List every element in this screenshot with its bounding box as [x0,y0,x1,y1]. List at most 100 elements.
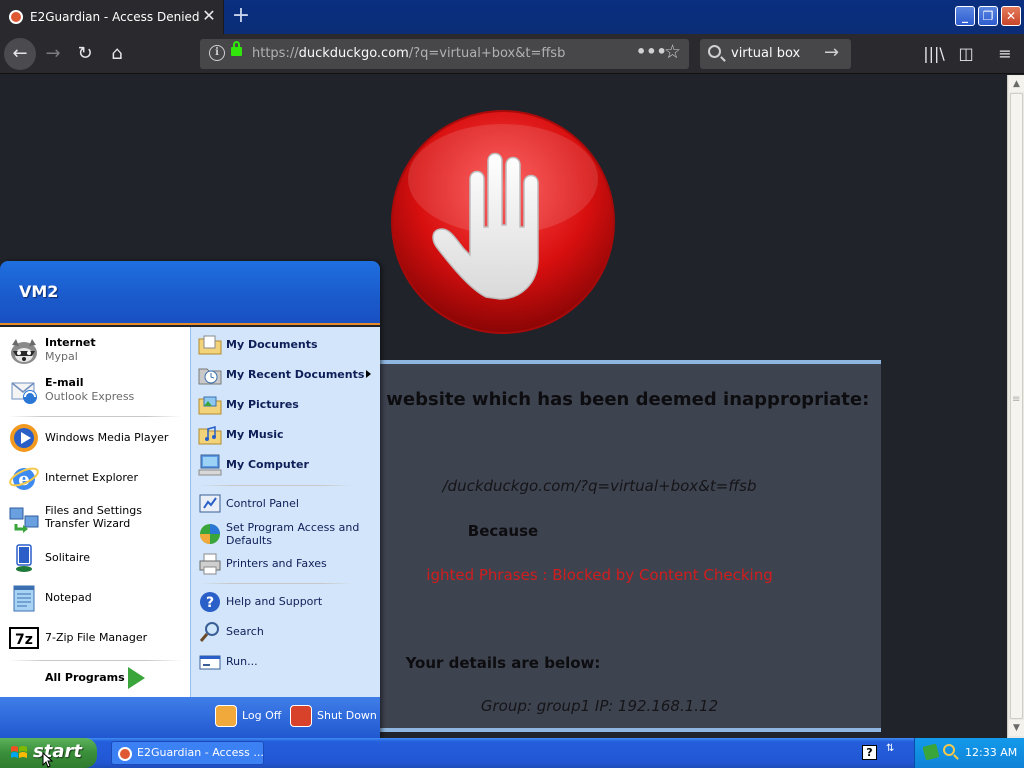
tray-search-icon[interactable] [943,744,955,756]
printer-icon [199,553,221,575]
new-tab-button[interactable]: + [230,4,252,28]
sidebar-toggle-icon[interactable]: ◫ [955,43,977,65]
page-actions-icon[interactable]: ••• [636,42,667,61]
svg-text:?: ? [206,595,214,611]
internet-explorer-icon: e [9,467,39,490]
place-label: My Computer [226,458,309,471]
program-label: Windows Media Player [45,431,169,444]
pinned-separator [8,416,182,417]
block-message-panel: ing a website which has been deemed inap… [318,360,881,732]
home-icon[interactable]: ⌂ [101,38,133,70]
run-icon [199,655,221,670]
all-programs-button[interactable]: All Programs [0,664,190,692]
clock[interactable]: 12:33 AM [965,746,1017,759]
setting-program-defaults[interactable]: Set Program Access and Defaults [198,521,376,547]
help-question-icon[interactable]: ? [862,745,877,760]
bookmark-star-icon[interactable]: ☆ [664,41,681,63]
tab-e2guardian[interactable]: E2Guardian - Access Denied ✕ [0,0,224,34]
tool-label: Help and Support [226,595,323,608]
solitaire-icon [16,544,32,572]
tab-close-icon[interactable]: ✕ [200,6,218,26]
close-window-button[interactable]: ✕ [1001,6,1021,26]
url-text[interactable]: https://duckduckgo.com/?q=virtual+box&t=… [252,46,565,61]
mypal-raccoon-icon [11,339,37,364]
setting-control-panel[interactable]: Control Panel [198,491,376,517]
mouse-cursor-icon [42,752,54,768]
shut-down-button[interactable]: Shut Down [290,703,377,731]
place-my-computer[interactable]: My Computer [198,452,376,478]
folder-documents-icon [198,335,222,355]
program-notepad[interactable]: Notepad [8,580,188,616]
outlook-express-icon [11,382,37,404]
scroll-up-arrow-icon[interactable]: ▲ [1009,76,1024,92]
start-label: start [33,741,82,762]
power-icon [290,705,312,727]
forward-arrow-icon[interactable]: → [37,38,69,70]
browser-titlebar: E2Guardian - Access Denied ✕ + _ ❐ ✕ [0,0,1024,34]
user-name: VM2 [19,282,59,301]
url-bar[interactable]: i https://duckduckgo.com/?q=virtual+box&… [200,39,689,69]
program-label: Solitaire [45,551,90,564]
minimize-button[interactable]: _ [955,6,975,26]
setting-printers-and-faxes[interactable]: Printers and Faxes [198,551,376,577]
program-transfer-wizard[interactable]: Files and Settings Transfer Wizard [8,500,188,536]
taskbar-item-label: E2Guardian - Access ... [137,746,264,759]
language-bar-icon[interactable]: ⇅ [886,743,900,761]
log-off-button[interactable]: Log Off [215,703,283,731]
taskbar-item-e2guardian[interactable]: E2Guardian - Access ... [111,741,264,765]
program-windows-media-player[interactable]: Windows Media Player [8,420,188,456]
user-details: Group: group1 IP: 192.168.1.12 [480,697,719,715]
system-tray: 12:33 AM [914,738,1024,768]
reload-icon[interactable]: ↻ [69,38,101,70]
program-7zip[interactable]: 7z 7-Zip File Manager [8,620,188,656]
shut-down-label: Shut Down [317,709,377,722]
site-info-icon[interactable]: i [209,45,225,61]
page-scrollbar[interactable]: ▲ ▼ [1007,75,1024,738]
tool-help-and-support[interactable]: ? Help and Support [198,589,376,615]
settings-separator [199,583,353,584]
back-arrow-icon[interactable]: ← [4,38,36,70]
restore-button[interactable]: ❐ [978,6,998,26]
taskbar: start E2Guardian - Access ... ? ⇅ 12:33 … [0,738,1024,768]
pinned-subtitle: Outlook Express [45,390,135,403]
program-label: Internet Explorer [45,471,138,484]
pinned-email[interactable]: E-mail Outlook Express [8,373,188,409]
pinned-internet[interactable]: Internet Mypal [8,333,188,369]
scroll-down-arrow-icon[interactable]: ▼ [1009,720,1024,736]
windows-media-player-icon [10,424,38,452]
log-off-label: Log Off [242,709,282,722]
hamburger-menu-icon[interactable]: ≡ [994,43,1016,65]
tool-search[interactable]: Search [198,619,376,645]
search-go-arrow-icon[interactable]: → [824,42,839,63]
start-menu: VM2 Internet Mypal E-mail Outlook Expres… [0,261,380,738]
place-label: My Music [226,428,284,441]
program-internet-explorer[interactable]: e Internet Explorer [8,460,188,496]
recent-documents-icon [198,368,222,385]
start-menu-header: VM2 [0,261,380,325]
start-menu-footer: Log Off Shut Down [0,697,380,738]
library-icon[interactable]: |||\ [923,43,945,65]
search-bar[interactable]: virtual box → [700,39,851,69]
place-my-music[interactable]: My Music [198,422,376,448]
log-off-key-icon [215,705,237,727]
folder-music-icon [198,426,222,445]
secure-lock-icon[interactable] [231,41,242,56]
all-programs-separator [8,660,182,661]
pinned-title: Internet [45,336,96,349]
places-separator [199,485,353,486]
tab-title: E2Guardian - Access Denied [30,10,200,24]
place-my-documents[interactable]: My Documents [198,332,376,358]
program-solitaire[interactable]: Solitaire [8,540,188,576]
all-programs-arrow-icon [128,667,145,689]
duckduckgo-favicon-icon [9,10,23,24]
place-my-pictures[interactable]: My Pictures [198,392,376,418]
tool-run[interactable]: Run... [198,649,376,675]
program-defaults-icon [200,524,220,544]
program-label: 7-Zip File Manager [45,631,148,644]
search-query[interactable]: virtual box [731,46,800,61]
scroll-thumb[interactable] [1010,93,1023,719]
place-my-recent-documents[interactable]: My Recent Documents [198,362,376,388]
tray-network-icon[interactable] [922,743,940,761]
transfer-wizard-icon [9,507,39,533]
program-label: Files and Settings Transfer Wizard [45,504,142,530]
